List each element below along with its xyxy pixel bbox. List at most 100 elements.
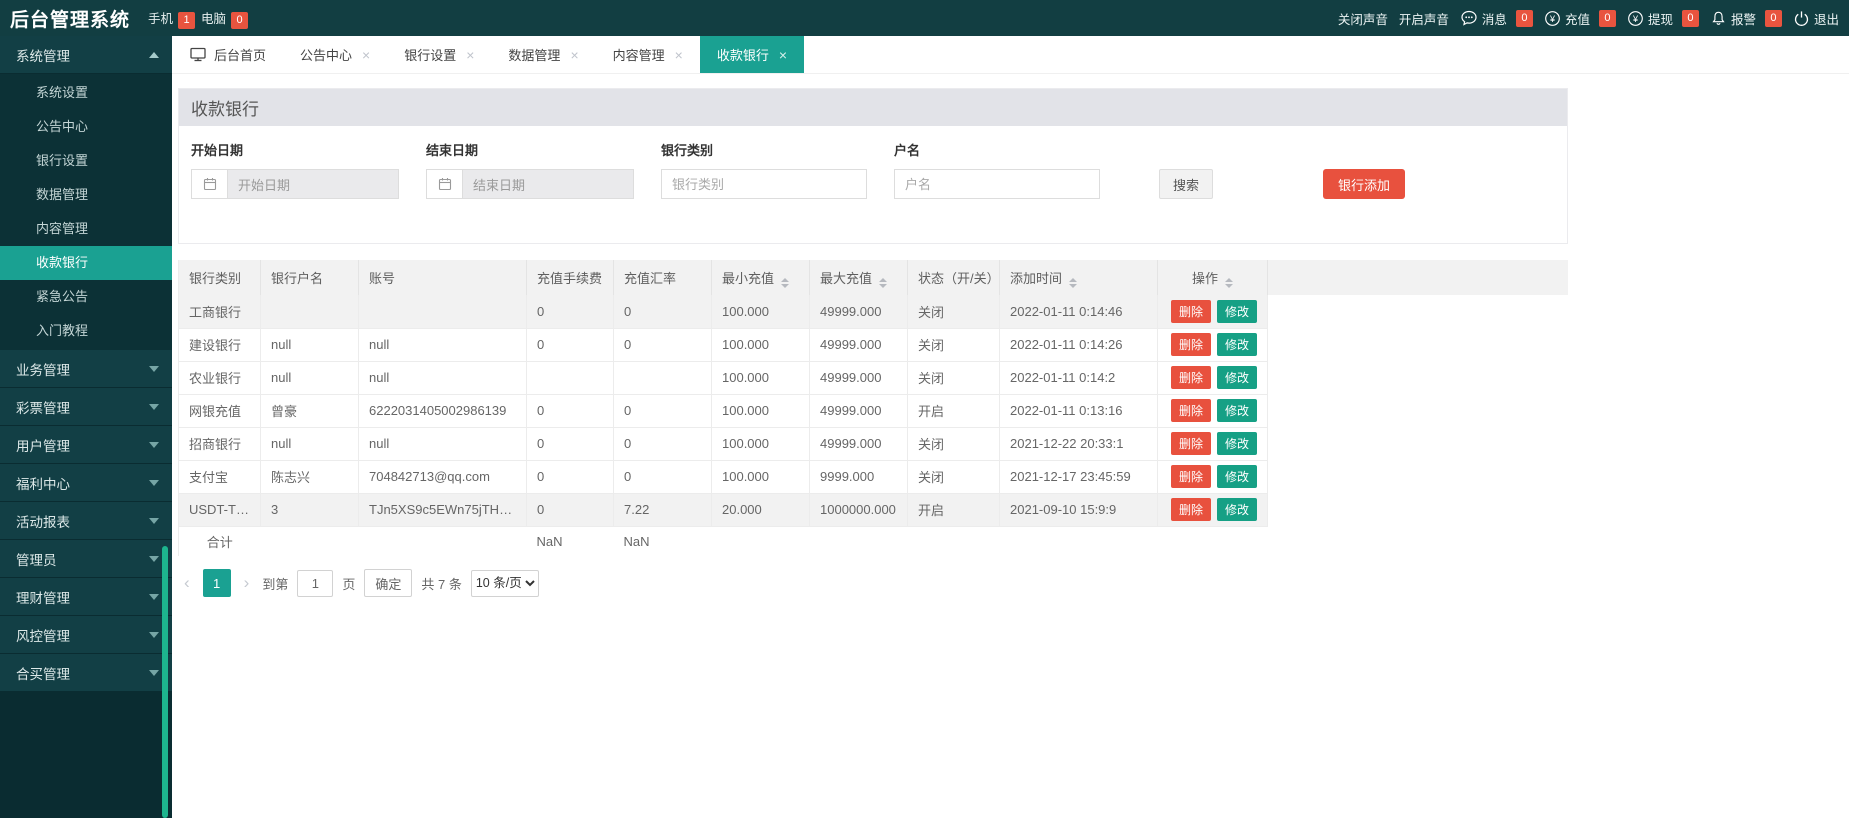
actions-cell: 删除修改 — [1158, 493, 1268, 526]
topbar-action[interactable]: 开启声音 — [1399, 9, 1449, 28]
sidebar-scrollbar[interactable] — [162, 546, 168, 818]
sidebar-item[interactable]: 银行设置 — [0, 144, 172, 178]
sidebar-item[interactable]: 紧急公告 — [0, 280, 172, 314]
cell: 关闭 — [908, 361, 1000, 394]
tab-item[interactable]: 数据管理× — [491, 36, 595, 73]
sidebar-item[interactable]: 入门教程 — [0, 314, 172, 348]
sidebar-item[interactable]: 内容管理 — [0, 212, 172, 246]
column-header[interactable]: 最小充值 — [712, 260, 810, 295]
cell: null — [359, 328, 527, 361]
column-header[interactable]: 银行类别 — [179, 260, 261, 295]
tab-item[interactable]: 公告中心× — [283, 36, 387, 73]
column-header[interactable]: 添加时间 — [1000, 260, 1158, 295]
add-bank-button[interactable]: 银行添加 — [1323, 169, 1405, 199]
edit-button[interactable]: 修改 — [1217, 465, 1257, 488]
column-header[interactable]: 充值汇率 — [614, 260, 712, 295]
sidebar-item[interactable]: 公告中心 — [0, 110, 172, 144]
sidebar-section[interactable]: 彩票管理 — [0, 388, 172, 426]
delete-button[interactable]: 删除 — [1171, 498, 1211, 521]
close-icon[interactable]: × — [570, 47, 578, 63]
column-header[interactable]: 银行户名 — [261, 260, 359, 295]
topbar-action[interactable]: 退出 — [1793, 9, 1839, 28]
cell: 0 — [527, 460, 614, 493]
cell — [527, 361, 614, 394]
sidebar-section[interactable]: 系统管理 — [0, 36, 172, 74]
sidebar-item[interactable]: 数据管理 — [0, 178, 172, 212]
goto-page-input[interactable] — [297, 570, 333, 597]
cell: 100.000 — [712, 427, 810, 460]
cell: 9999.000 — [810, 460, 908, 493]
tab-item[interactable]: 银行设置× — [387, 36, 491, 73]
date-input[interactable]: 开始日期 — [191, 169, 399, 199]
date-placeholder: 结束日期 — [463, 170, 633, 198]
page-size-select[interactable]: 10 条/页 — [471, 570, 539, 597]
delete-button[interactable]: 删除 — [1171, 366, 1211, 389]
text-input[interactable] — [661, 169, 867, 199]
date-input[interactable]: 结束日期 — [426, 169, 634, 199]
edit-button[interactable]: 修改 — [1217, 333, 1257, 356]
column-header[interactable]: 操作 — [1158, 260, 1268, 295]
cell: 100.000 — [712, 361, 810, 394]
cell: 农业银行 — [179, 361, 261, 394]
delete-button[interactable]: 删除 — [1171, 300, 1211, 323]
sort-icon[interactable] — [879, 278, 887, 288]
text-input[interactable] — [894, 169, 1100, 199]
close-icon[interactable]: × — [466, 47, 474, 63]
topbar-action[interactable]: 关闭声音 — [1338, 9, 1388, 28]
topbar-action[interactable]: ¥提现0 — [1627, 9, 1699, 28]
column-header[interactable]: 账号 — [359, 260, 527, 295]
delete-button[interactable]: 删除 — [1171, 432, 1211, 455]
sidebar-section[interactable]: 风控管理 — [0, 616, 172, 654]
cell-filler — [1268, 361, 1568, 394]
delete-button[interactable]: 删除 — [1171, 333, 1211, 356]
sidebar-section[interactable]: 管理员 — [0, 540, 172, 578]
table-row: 建设银行nullnull00100.00049999.000关闭2022-01-… — [179, 328, 1568, 361]
sidebar-section[interactable]: 业务管理 — [0, 350, 172, 388]
sidebar-section[interactable]: 合买管理 — [0, 654, 172, 692]
sort-icon[interactable] — [781, 278, 789, 288]
tab-item[interactable]: 内容管理× — [596, 36, 700, 73]
edit-button[interactable]: 修改 — [1217, 432, 1257, 455]
topbar-action[interactable]: ¥充值0 — [1544, 9, 1616, 28]
edit-button[interactable]: 修改 — [1217, 366, 1257, 389]
sort-icon[interactable] — [1225, 278, 1233, 288]
cell-filler — [1268, 493, 1568, 526]
column-label: 状态（开/关） — [918, 271, 1000, 286]
cell — [359, 295, 527, 328]
delete-button[interactable]: 删除 — [1171, 465, 1211, 488]
sidebar-section[interactable]: 活动报表 — [0, 502, 172, 540]
edit-button[interactable]: 修改 — [1217, 399, 1257, 422]
close-icon[interactable]: × — [362, 47, 370, 63]
next-page-button[interactable]: › — [240, 573, 254, 593]
search-button[interactable]: 搜索 — [1159, 169, 1213, 199]
edit-button[interactable]: 修改 — [1217, 498, 1257, 521]
sidebar-section[interactable]: 理财管理 — [0, 578, 172, 616]
column-header[interactable]: 充值手续费 — [527, 260, 614, 295]
cell: 49999.000 — [810, 328, 908, 361]
sort-icon[interactable] — [1069, 278, 1077, 288]
tab-item[interactable]: 后台首页 — [172, 36, 283, 73]
topbar-action[interactable]: 报警0 — [1710, 9, 1782, 28]
sidebar-section-label: 活动报表 — [16, 511, 70, 531]
column-header[interactable]: 最大充值 — [810, 260, 908, 295]
sidebar-item[interactable]: 系统设置 — [0, 76, 172, 110]
delete-button[interactable]: 删除 — [1171, 399, 1211, 422]
topbar-action[interactable]: 消息0 — [1460, 9, 1533, 28]
sidebar-section[interactable]: 用户管理 — [0, 426, 172, 464]
cell: 2022-01-11 0:14:46 — [1000, 295, 1158, 328]
edit-button[interactable]: 修改 — [1217, 300, 1257, 323]
close-icon[interactable]: × — [675, 47, 683, 63]
column-label: 最小充值 — [722, 271, 774, 286]
cell: 关闭 — [908, 460, 1000, 493]
column-header[interactable]: 状态（开/关） — [908, 260, 1000, 295]
cell: 0 — [527, 328, 614, 361]
tab-item[interactable]: 收款银行× — [700, 36, 804, 73]
sidebar-section[interactable]: 福利中心 — [0, 464, 172, 502]
sidebar-item[interactable]: 收款银行 — [0, 246, 172, 280]
prev-page-button[interactable]: ‹ — [180, 573, 194, 593]
totals-fee: NaN — [527, 526, 614, 556]
sidebar-section-label: 福利中心 — [16, 473, 70, 493]
page-number-button[interactable]: 1 — [203, 569, 231, 597]
goto-confirm-button[interactable]: 确定 — [364, 569, 412, 597]
close-icon[interactable]: × — [779, 47, 787, 63]
